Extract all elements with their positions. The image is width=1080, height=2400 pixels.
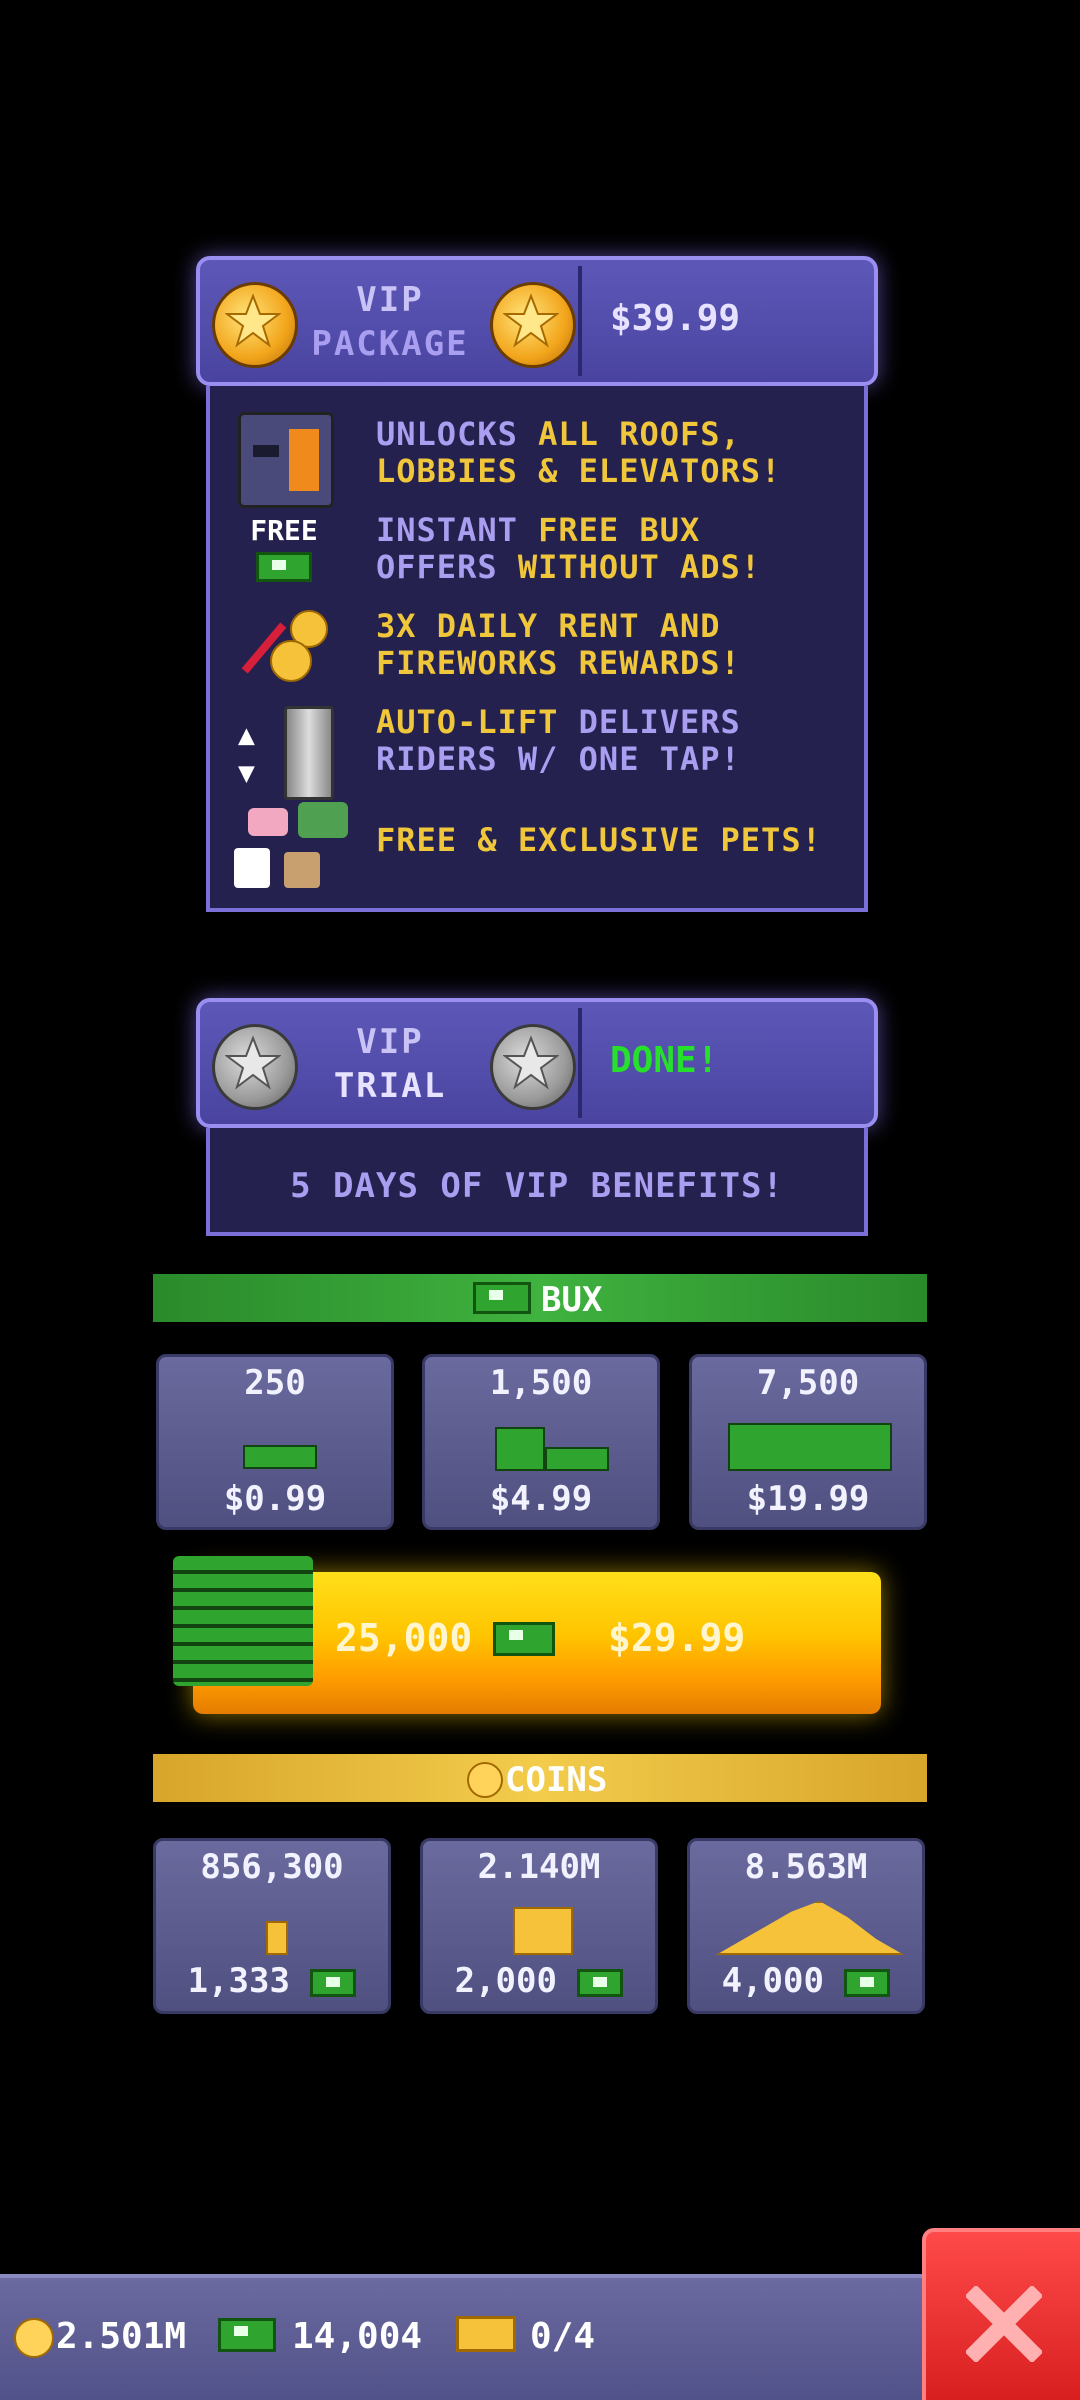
bux-icon <box>218 2318 276 2352</box>
featured-amount: 25,000 <box>335 1616 473 1660</box>
close-button[interactable] <box>922 2228 1080 2400</box>
vip-trial-status: DONE! <box>610 1040 719 1081</box>
silver-star-icon <box>212 1024 298 1110</box>
ticket-count: 0/4 <box>530 2316 596 2357</box>
ticket-icon <box>456 2316 516 2352</box>
pack-cost: 4,000 <box>690 1961 922 2001</box>
coin-pile-icon <box>716 1901 904 1955</box>
coin-icon <box>467 1762 503 1798</box>
vip-trial-title: VIP TRIAL <box>333 1022 447 1106</box>
cash-pile-icon <box>173 1556 313 1686</box>
vip-package-price: $39.99 <box>610 298 741 339</box>
pack-amount: 8.563M <box>744 1847 868 1887</box>
coin-balance: 2.501M <box>56 2316 187 2357</box>
bux-icon <box>844 1968 891 1997</box>
bux-pack-1500[interactable]: 1,500 $4.99 <box>422 1354 660 1530</box>
star-icon <box>490 282 576 368</box>
cash-stack-icon <box>495 1427 545 1471</box>
bux-icon <box>310 1968 357 1997</box>
vip-package-title: VIP PACKAGE <box>311 280 469 364</box>
pack-price: $4.99 <box>489 1479 593 1519</box>
vip-trial-button[interactable]: VIP TRIAL DONE! <box>196 998 878 1128</box>
vip-trial-benefit: 5 DAYS OF VIP BENEFITS! <box>290 1166 784 1206</box>
coin-icon <box>14 2318 54 2358</box>
coin-stack-icon <box>513 1907 573 1955</box>
pets-icon <box>228 796 358 896</box>
divider <box>578 266 582 376</box>
bux-balance: 14,004 <box>292 2316 423 2357</box>
pack-price: $0.99 <box>223 1479 327 1519</box>
cash-stack-icon <box>545 1447 609 1471</box>
pack-price: $19.99 <box>746 1479 870 1519</box>
feature-pets: FREE & EXCLUSIVE PETS! <box>376 821 822 859</box>
status-bar: 2.501M 14,004 0/4 <box>0 2274 925 2400</box>
featured-price: $29.99 <box>608 1616 746 1660</box>
coins-section-label: COINS <box>505 1760 608 1800</box>
feature-free-bux: INSTANT FREE BUX OFFERS WITHOUT ADS! <box>376 511 762 586</box>
feature-roofs: UNLOCKS ALL ROOFS, LOBBIES & ELEVATORS! <box>376 415 782 490</box>
pack-amount: 2.140M <box>477 1847 601 1887</box>
pack-amount: 856,300 <box>200 1847 344 1887</box>
star-icon <box>212 282 298 368</box>
bux-section-header: BUX <box>153 1274 927 1322</box>
coin-stack-icon <box>266 1921 288 1955</box>
pack-amount: 250 <box>244 1363 306 1403</box>
bux-pack-250[interactable]: 250 $0.99 <box>156 1354 394 1530</box>
vip-package-features: UNLOCKS ALL ROOFS, LOBBIES & ELEVATORS! … <box>206 386 868 912</box>
bux-pack-7500[interactable]: 7,500 $19.99 <box>689 1354 927 1530</box>
coins-section-header: COINS <box>153 1754 927 1802</box>
bux-icon <box>493 1622 555 1656</box>
free-badge: FREE <box>250 514 318 547</box>
pack-cost: 2,000 <box>423 1961 655 2001</box>
coin-pack-3[interactable]: 8.563M 4,000 <box>687 1838 925 2014</box>
silver-star-icon <box>490 1024 576 1110</box>
bux-icon <box>577 1968 624 1997</box>
cash-pile-icon <box>728 1423 892 1471</box>
feature-auto-lift: AUTO-LIFT DELIVERS RIDERS W/ ONE TAP! <box>376 703 741 778</box>
pack-cost: 1,333 <box>156 1961 388 2001</box>
bux-icon <box>256 552 312 582</box>
divider <box>578 1008 582 1118</box>
bux-icon <box>473 1282 531 1314</box>
elevator-icon: ▲ ▼ <box>230 700 340 800</box>
vip-package-button[interactable]: VIP PACKAGE $39.99 <box>196 256 878 386</box>
feature-rewards: 3X DAILY RENT AND FIREWORKS REWARDS! <box>376 607 741 682</box>
firework-coins-icon <box>230 604 340 684</box>
coin-pack-2[interactable]: 2.140M 2,000 <box>420 1838 658 2014</box>
coin-pack-1[interactable]: 856,300 1,333 <box>153 1838 391 2014</box>
close-icon <box>966 2286 1042 2362</box>
bux-pack-25000-featured[interactable]: 25,000 $29.99 <box>173 1556 881 1714</box>
pack-amount: 7,500 <box>756 1363 860 1403</box>
robot-cat-icon <box>238 412 334 508</box>
cash-stack-icon <box>243 1445 317 1469</box>
pack-amount: 1,500 <box>489 1363 593 1403</box>
vip-trial-benefit-panel: 5 DAYS OF VIP BENEFITS! <box>206 1128 868 1236</box>
bux-section-label: BUX <box>541 1280 603 1320</box>
